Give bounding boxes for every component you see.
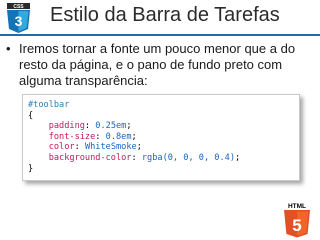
code-property: padding xyxy=(48,121,85,132)
bullet-text: Iremos tornar a fonte um pouco menor que… xyxy=(19,41,296,88)
code-block: #toolbar { padding: 0.25em; font-size: 0… xyxy=(28,100,241,174)
code-property: font-size xyxy=(48,131,96,142)
html5-logo-number: 5 xyxy=(292,216,301,235)
html5-logo-label: HTML xyxy=(288,203,306,210)
css3-logo-label: CSS xyxy=(13,4,24,10)
code-property: background-color xyxy=(48,152,132,163)
title-divider xyxy=(0,34,320,36)
css3-logo: CSS 3 xyxy=(7,3,30,33)
bullet-item: • Iremos tornar a fonte um pouco menor q… xyxy=(6,41,306,89)
code-value: 0.25em xyxy=(95,121,127,132)
code-value: WhiteSmoke xyxy=(84,142,137,153)
css3-logo-number: 3 xyxy=(15,13,23,29)
code-close-brace: } xyxy=(28,163,34,174)
code-property: color xyxy=(48,142,75,153)
code-open-brace: { xyxy=(28,110,34,121)
slide-title: Estilo da Barra de Tarefas xyxy=(50,4,280,26)
code-snippet-box: #toolbar { padding: 0.25em; font-size: 0… xyxy=(22,94,300,181)
code-value: rgba(0, 0, 0, 0.4) xyxy=(141,152,236,163)
html5-logo: HTML 5 xyxy=(284,203,310,238)
code-value: 0.8em xyxy=(105,131,132,142)
bullet-marker: • xyxy=(6,41,11,56)
code-selector: #toolbar xyxy=(28,100,70,110)
